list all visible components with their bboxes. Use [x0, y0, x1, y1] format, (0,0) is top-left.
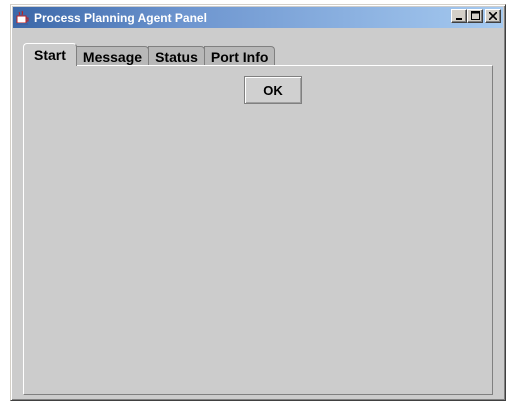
- tab-port-info[interactable]: Port Info: [203, 46, 276, 66]
- tab-strip: Start Message Status Port Info: [23, 43, 276, 66]
- maximize-icon: [470, 7, 480, 25]
- window-title: Process Planning Agent Panel: [34, 10, 207, 25]
- tab-label: Port Info: [210, 48, 269, 65]
- minimize-button[interactable]: [451, 9, 467, 23]
- close-icon: [488, 7, 498, 25]
- tab-start[interactable]: Start: [23, 43, 77, 66]
- app-window: Process Planning Agent Panel Start Messa…: [10, 4, 506, 401]
- maximize-button[interactable]: [467, 9, 483, 23]
- tab-message[interactable]: Message: [75, 46, 150, 66]
- tab-label: Start: [34, 47, 66, 63]
- ok-button[interactable]: OK: [244, 76, 302, 104]
- ok-button-label: OK: [263, 82, 283, 98]
- window-controls: [451, 9, 501, 23]
- title-bar[interactable]: Process Planning Agent Panel: [13, 7, 503, 28]
- tab-label: Message: [82, 48, 143, 65]
- tab-status[interactable]: Status: [148, 46, 205, 66]
- tab-label: Status: [155, 48, 198, 65]
- close-button[interactable]: [485, 9, 501, 23]
- start-tab-panel: OK: [23, 65, 493, 395]
- java-coffee-cup-icon[interactable]: [15, 10, 31, 26]
- minimize-icon: [455, 7, 463, 25]
